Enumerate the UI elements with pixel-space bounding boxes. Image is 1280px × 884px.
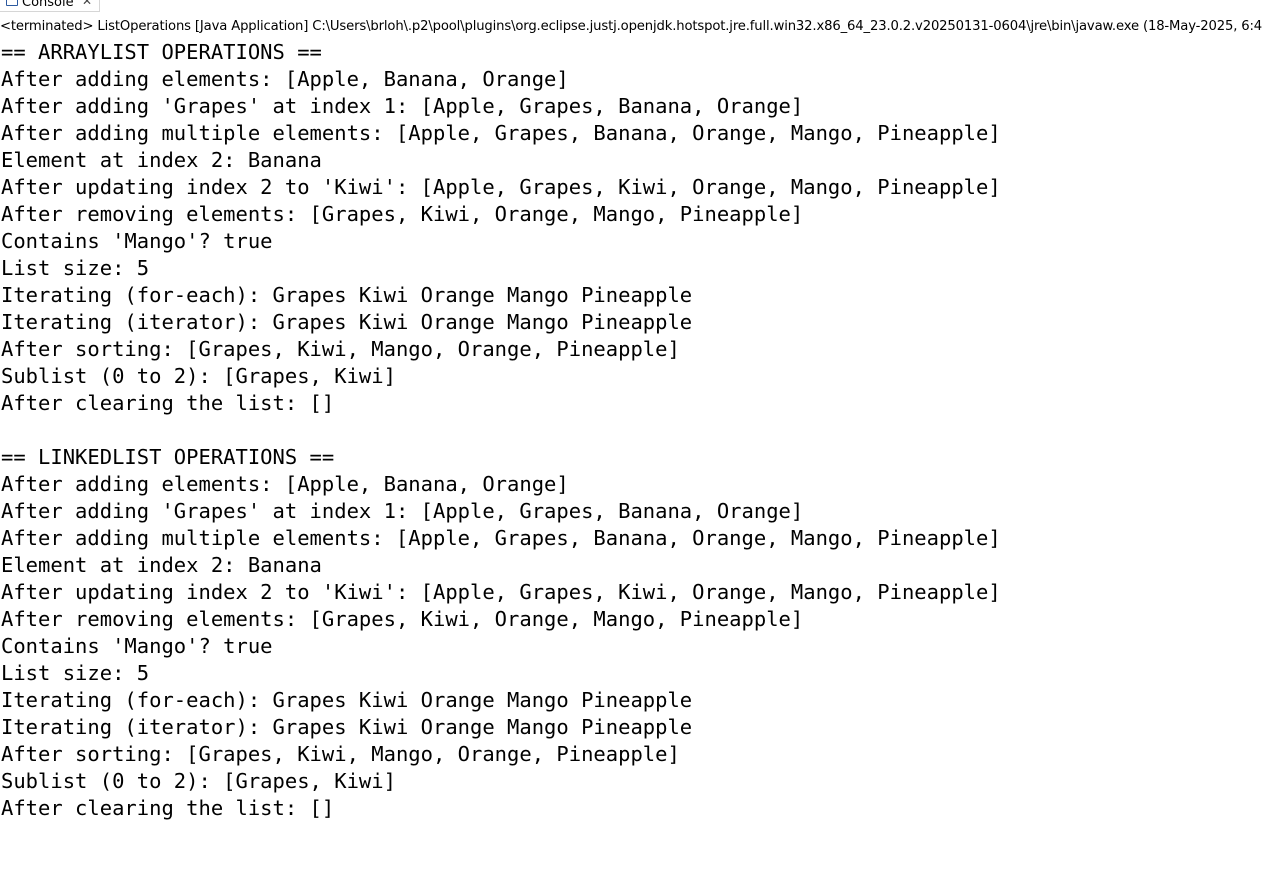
console-line: After updating index 2 to 'Kiwi': [Apple… xyxy=(1,580,1001,604)
console-line: After adding multiple elements: [Apple, … xyxy=(1,121,1001,145)
console-line: After adding elements: [Apple, Banana, O… xyxy=(1,67,569,91)
console-line: After removing elements: [Grapes, Kiwi, … xyxy=(1,202,804,226)
tab-divider xyxy=(0,11,99,12)
console-line: After clearing the list: [] xyxy=(1,796,335,820)
console-output[interactable]: == ARRAYLIST OPERATIONS == After adding e… xyxy=(1,39,1280,879)
console-line: After adding multiple elements: [Apple, … xyxy=(1,526,1001,550)
console-line: After adding elements: [Apple, Banana, O… xyxy=(1,472,569,496)
console-line: After sorting: [Grapes, Kiwi, Mango, Ora… xyxy=(1,742,680,766)
console-tab-label: Console xyxy=(22,0,74,10)
console-line: Element at index 2: Banana xyxy=(1,553,322,577)
console-line: Iterating (iterator): Grapes Kiwi Orange… xyxy=(1,310,693,334)
console-line: Contains 'Mango'? true xyxy=(1,634,273,658)
console-line: Sublist (0 to 2): [Grapes, Kiwi] xyxy=(1,769,396,793)
console-line: After adding 'Grapes' at index 1: [Apple… xyxy=(1,94,804,118)
console-line: After sorting: [Grapes, Kiwi, Mango, Ora… xyxy=(1,337,680,361)
process-status-line: <terminated> ListOperations [Java Applic… xyxy=(0,19,1263,34)
console-line: Contains 'Mango'? true xyxy=(1,229,273,253)
console-line: Element at index 2: Banana xyxy=(1,148,322,172)
console-line: List size: 5 xyxy=(1,661,150,685)
console-line: List size: 5 xyxy=(1,256,150,280)
console-line: Sublist (0 to 2): [Grapes, Kiwi] xyxy=(1,364,396,388)
console-line: Iterating (iterator): Grapes Kiwi Orange… xyxy=(1,715,693,739)
console-line: After adding 'Grapes' at index 1: [Apple… xyxy=(1,499,804,523)
console-line: Iterating (for-each): Grapes Kiwi Orange… xyxy=(1,283,693,307)
console-line: == LINKEDLIST OPERATIONS == xyxy=(1,445,335,469)
console-line: After updating index 2 to 'Kiwi': [Apple… xyxy=(1,175,1001,199)
close-icon[interactable]: ✕ xyxy=(82,0,92,9)
console-icon xyxy=(6,0,18,6)
console-line: Iterating (for-each): Grapes Kiwi Orange… xyxy=(1,688,693,712)
console-line: After clearing the list: [] xyxy=(1,391,335,415)
console-tab[interactable]: Console ✕ xyxy=(0,0,100,12)
console-line: After removing elements: [Grapes, Kiwi, … xyxy=(1,607,804,631)
console-line: == ARRAYLIST OPERATIONS == xyxy=(1,40,322,64)
